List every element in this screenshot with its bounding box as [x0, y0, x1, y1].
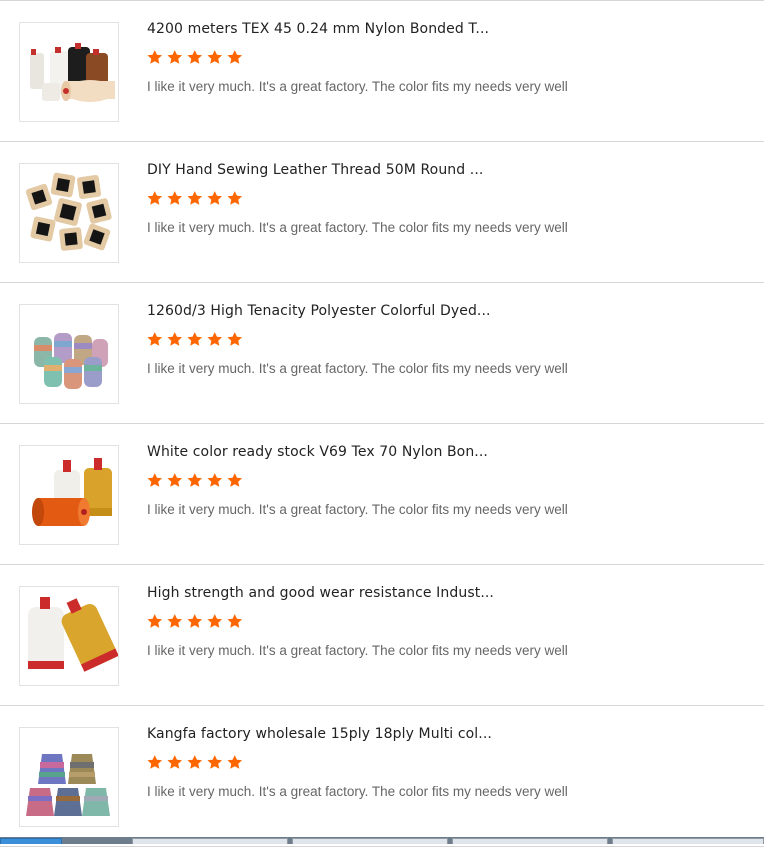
star-icon: [147, 614, 163, 628]
product-title[interactable]: Kangfa factory wholesale 15ply 18ply Mul…: [147, 726, 747, 742]
star-icon: [227, 191, 242, 205]
star-icon: [167, 473, 182, 487]
white-gold-spools-icon: [20, 587, 118, 685]
taskbar-button[interactable]: [452, 838, 608, 844]
review-text: I like it very much. It's a great factor…: [147, 220, 568, 235]
star-icon: [227, 614, 242, 628]
star-rating: [146, 49, 245, 69]
star-icon: [147, 191, 163, 205]
star-icon: [167, 614, 182, 628]
review-text: I like it very much. It's a great factor…: [147, 502, 568, 517]
star-icon: [147, 50, 163, 64]
product-thumbnail[interactable]: [19, 727, 119, 827]
star-icon: [227, 755, 242, 769]
star-rating: [146, 472, 245, 492]
product-thumbnail[interactable]: [19, 586, 119, 686]
star-icon: [167, 332, 182, 346]
star-rating: [146, 613, 245, 633]
star-icon: [147, 755, 163, 769]
review-item: Kangfa factory wholesale 15ply 18ply Mul…: [0, 706, 764, 847]
review-text: I like it very much. It's a great factor…: [147, 784, 568, 799]
taskbar-button[interactable]: [132, 838, 288, 844]
review-item: 4200 meters TEX 45 0.24 mm Nylon Bonded …: [0, 1, 764, 142]
product-thumbnail[interactable]: [19, 163, 119, 263]
review-item: DIY Hand Sewing Leather Thread 50M Round…: [0, 142, 764, 283]
star-icon: [207, 191, 222, 205]
star-icon: [227, 50, 242, 64]
product-thumbnail[interactable]: [19, 304, 119, 404]
thread-cards-icon: [20, 164, 118, 262]
product-title[interactable]: White color ready stock V69 Tex 70 Nylon…: [147, 444, 747, 460]
star-icon: [187, 473, 202, 487]
star-rating: [146, 754, 245, 774]
star-icon: [147, 473, 163, 487]
review-item: 1260d/3 High Tenacity Polyester Colorful…: [0, 283, 764, 424]
review-item: White color ready stock V69 Tex 70 Nylon…: [0, 424, 764, 565]
star-icon: [187, 332, 202, 346]
product-thumbnail[interactable]: [19, 445, 119, 545]
star-icon: [207, 755, 222, 769]
star-rating: [146, 190, 245, 210]
star-icon: [207, 473, 222, 487]
spools-white-black-beige-brown-icon: [20, 23, 118, 121]
star-icon: [187, 50, 202, 64]
star-icon: [187, 755, 202, 769]
product-title[interactable]: 1260d/3 High Tenacity Polyester Colorful…: [147, 303, 747, 319]
product-title[interactable]: 4200 meters TEX 45 0.24 mm Nylon Bonded …: [147, 21, 747, 37]
product-title[interactable]: High strength and good wear resistance I…: [147, 585, 747, 601]
taskbar-button[interactable]: [612, 838, 764, 844]
taskbar: [0, 837, 764, 844]
star-rating: [146, 331, 245, 351]
star-icon: [187, 614, 202, 628]
orange-white-gold-spools-icon: [20, 446, 118, 544]
review-text: I like it very much. It's a great factor…: [147, 361, 568, 376]
review-text: I like it very much. It's a great factor…: [147, 79, 568, 94]
star-icon: [207, 332, 222, 346]
star-icon: [227, 332, 242, 346]
product-thumbnail[interactable]: [19, 22, 119, 122]
review-text: I like it very much. It's a great factor…: [147, 643, 568, 658]
star-icon: [207, 614, 222, 628]
start-button[interactable]: [0, 838, 62, 844]
star-icon: [167, 755, 182, 769]
star-icon: [207, 50, 222, 64]
star-icon: [167, 50, 182, 64]
taskbar-button[interactable]: [292, 838, 448, 844]
star-icon: [187, 191, 202, 205]
multicolor-cones-icon: [20, 728, 118, 826]
star-icon: [147, 332, 163, 346]
star-icon: [227, 473, 242, 487]
star-icon: [167, 191, 182, 205]
product-title[interactable]: DIY Hand Sewing Leather Thread 50M Round…: [147, 162, 747, 178]
multicolor-spools-icon: [20, 305, 118, 403]
review-item: High strength and good wear resistance I…: [0, 565, 764, 706]
